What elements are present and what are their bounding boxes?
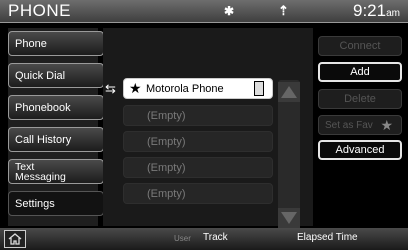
list-item[interactable]: (Empty) (123, 131, 273, 152)
sidebar-item-label: Quick Dial (15, 69, 66, 82)
sidebar-item-call-history[interactable]: Call History (8, 127, 104, 152)
sidebar-item-text-messaging[interactable]: Text Messaging (8, 159, 104, 184)
advanced-button[interactable]: Advanced (318, 140, 402, 160)
add-label: Add (350, 66, 370, 78)
connect-label: Connect (339, 40, 381, 52)
star-icon: ★ (129, 80, 142, 96)
sidebar-item-label: Call History (15, 133, 72, 146)
list-item-label: (Empty) (147, 187, 186, 200)
phone-screen: PHONE ✱ ⇡ 9:21am Phone Quick Dial Phoneb… (0, 0, 408, 250)
add-button[interactable]: Add (318, 62, 402, 82)
set-as-fav-button[interactable]: Set as Fav ★ (318, 115, 402, 135)
list-item-label: Motorola Phone (146, 82, 224, 95)
signal-icon: ⇡ (278, 3, 289, 18)
footer-elapsed-time: Elapsed Time (297, 232, 358, 243)
arrow-down-icon (281, 212, 297, 224)
sidebar-item-label: Phonebook (15, 101, 71, 114)
list-item[interactable]: (Empty) (123, 183, 273, 204)
home-icon (8, 233, 22, 245)
clock-ampm: am (386, 8, 400, 19)
sidebar-item-settings[interactable]: Settings (8, 191, 104, 216)
sidebar-item-label: Settings (15, 197, 55, 210)
connect-button[interactable]: Connect (318, 36, 402, 56)
scroll-up-button[interactable] (278, 82, 300, 102)
clock-time: 9:21 (353, 1, 387, 20)
scroll-down-button[interactable] (278, 208, 300, 228)
star-icon: ★ (380, 117, 393, 133)
swap-arrows-icon: ⇆ (105, 81, 116, 96)
list-item-label: (Empty) (147, 135, 186, 148)
sidebar: Phone Quick Dial Phonebook Call History … (8, 28, 104, 226)
delete-label: Delete (344, 93, 376, 105)
footer-track: Track (203, 232, 228, 243)
list-scrollbar[interactable] (278, 80, 300, 230)
list-item[interactable]: (Empty) (123, 105, 273, 126)
list-item-label: (Empty) (147, 161, 186, 174)
bluetooth-icon: ✱ (224, 4, 235, 18)
list-item-label: (Empty) (147, 109, 186, 122)
home-button[interactable] (4, 230, 26, 248)
footer-bar: User Track Elapsed Time (0, 228, 408, 250)
sidebar-item-label: Phone (15, 37, 47, 50)
clock: 9:21am (353, 1, 400, 21)
page-title: PHONE (8, 1, 71, 20)
sidebar-item-phone[interactable]: Phone (8, 31, 104, 56)
phone-icon (254, 81, 264, 96)
list-item[interactable]: ★ Motorola Phone (123, 78, 273, 99)
list-item[interactable]: (Empty) (123, 157, 273, 178)
sidebar-item-phonebook[interactable]: Phonebook (8, 95, 104, 120)
device-list: ⇆ ★ Motorola Phone (Empty) (Empty) (Empt… (103, 28, 313, 230)
header-divider (0, 22, 408, 23)
arrow-up-icon (281, 86, 297, 98)
sidebar-item-label: Text Messaging (15, 160, 66, 183)
footer-user: User (174, 234, 191, 243)
sidebar-item-quick-dial[interactable]: Quick Dial (8, 63, 104, 88)
header-bar: PHONE ✱ ⇡ 9:21am (0, 0, 408, 22)
set-as-fav-label: Set as Fav (325, 119, 373, 131)
delete-button[interactable]: Delete (318, 89, 402, 109)
advanced-label: Advanced (335, 144, 385, 156)
